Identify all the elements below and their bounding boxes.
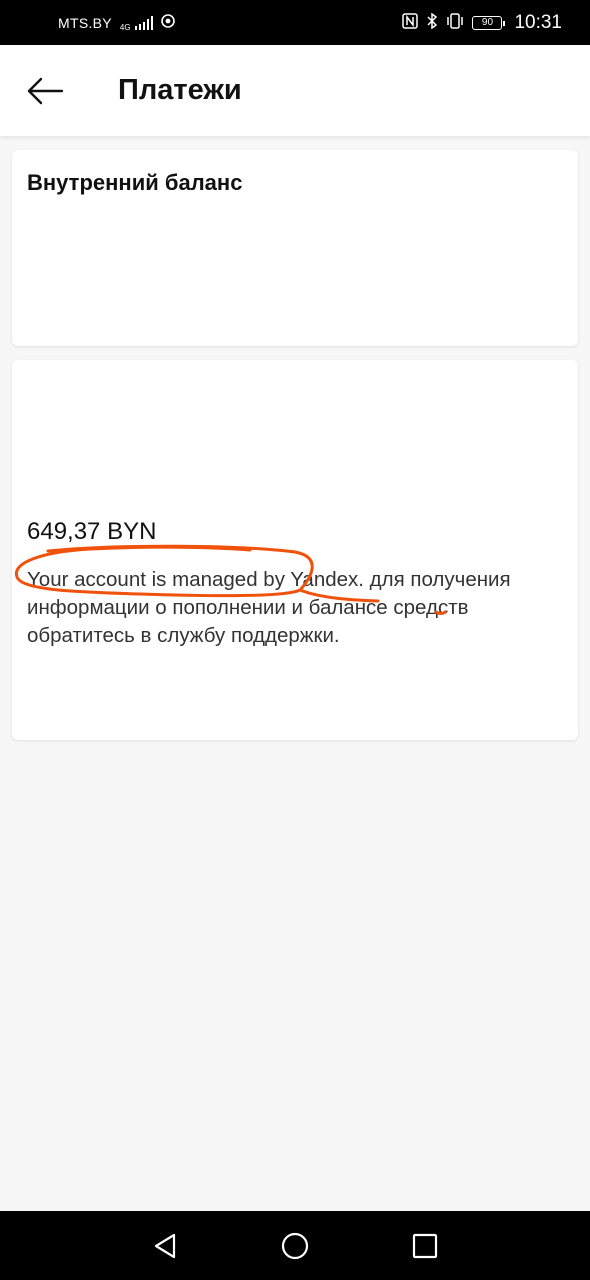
signal-icon — [134, 15, 153, 30]
arrow-left-icon — [27, 77, 64, 104]
balance-card: 649,37 BYN Your account is managed by Ya… — [12, 360, 578, 740]
triangle-back-icon — [154, 1233, 176, 1258]
carrier-name: MTS.BY — [58, 14, 112, 31]
balance-amount: 649,37 BYN — [27, 518, 157, 545]
network-type: 4G — [119, 22, 131, 32]
circle-home-icon — [281, 1232, 309, 1259]
nfc-icon — [402, 12, 419, 33]
nav-home-button[interactable] — [265, 1216, 325, 1276]
bluetooth-icon — [426, 12, 438, 33]
battery-icon: 90 — [472, 15, 506, 30]
data-saver-icon — [160, 14, 175, 31]
internal-balance-card[interactable]: Внутренний баланс — [12, 150, 578, 346]
status-left: MTS.BY 4G — [58, 14, 175, 32]
nav-recents-button[interactable] — [395, 1216, 455, 1276]
system-navigation-bar — [0, 1211, 590, 1280]
page-title: Платежи — [118, 74, 242, 106]
back-button[interactable] — [10, 56, 80, 126]
balance-info: Your account is managed by Yandex. для п… — [27, 568, 511, 647]
vibrate-icon — [446, 12, 464, 33]
status-right: 90 10:31 — [402, 12, 562, 34]
battery-level: 90 — [481, 17, 494, 28]
square-recents-icon — [412, 1233, 438, 1258]
status-bar: MTS.BY 4G 90 10:31 — [0, 0, 590, 45]
nav-back-button[interactable] — [135, 1216, 195, 1276]
clock: 10:31 — [514, 11, 562, 33]
internal-balance-title: Внутренний баланс — [27, 170, 243, 195]
app-bar: Платежи — [0, 45, 590, 136]
